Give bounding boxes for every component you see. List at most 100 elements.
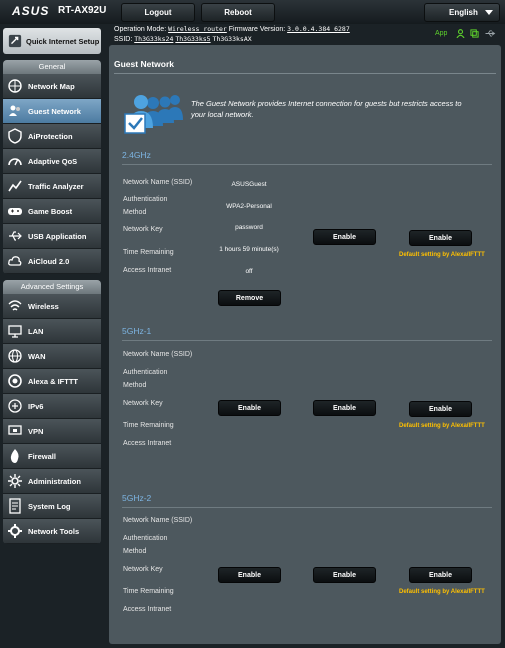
firmware-link[interactable]: 3.0.0.4.384_6287	[287, 25, 350, 33]
sidebar-item-adaptive-qos[interactable]: Adaptive QoS	[3, 149, 101, 174]
enable-button[interactable]: Enable	[313, 567, 376, 583]
sidebar-item-aiprotection[interactable]: AiProtection	[3, 124, 101, 149]
sidebar-item-network-map[interactable]: Network Map	[3, 74, 101, 99]
guest-network-icon	[9, 105, 20, 116]
user-icon[interactable]	[456, 29, 465, 38]
guest-ssid-value: ASUSGuest	[231, 181, 267, 188]
label-auth-method: Authentication Method	[123, 369, 168, 389]
sidebar-item-label: Firewall	[28, 451, 56, 461]
label-network-key: Network Key	[123, 226, 163, 233]
label-network-name: Network Name (SSID)	[123, 351, 193, 358]
sidebar-item-label: Game Boost	[28, 206, 73, 216]
sidebar-item-system-log[interactable]: System Log	[3, 494, 101, 519]
label-auth-method: Authentication Method	[123, 196, 168, 216]
sidebar-item-label: Administration	[28, 476, 81, 486]
label-auth-method: Authentication Method	[123, 535, 168, 555]
sidebar-item-label: Network Map	[28, 81, 75, 91]
enable-button[interactable]: Enable	[218, 567, 281, 583]
sidebar-item-label: Adaptive QoS	[28, 156, 78, 166]
copy-icon[interactable]	[470, 29, 479, 38]
guest-key-value: password	[235, 224, 263, 231]
operation-mode-link[interactable]: Wireless router	[168, 25, 227, 33]
guest-auth-value: WPA2-Personal	[226, 203, 272, 210]
usb-icon[interactable]	[484, 29, 496, 38]
general-menu-header: General	[3, 60, 101, 74]
sidebar-item-label: USB Application	[28, 231, 87, 241]
enable-button[interactable]: Enable	[218, 400, 281, 416]
sidebar-item-lan[interactable]: LAN	[3, 319, 101, 344]
asus-logo: ASUS	[12, 4, 50, 18]
sidebar-item-label: Alexa & IFTTT	[28, 376, 79, 386]
enable-button[interactable]: Enable	[409, 230, 472, 246]
enable-button[interactable]: Enable	[313, 229, 376, 245]
logout-button[interactable]: Logout	[121, 3, 195, 22]
sidebar-item-network-tools[interactable]: Network Tools	[3, 519, 101, 544]
sidebar-item-firewall[interactable]: Firewall	[3, 444, 101, 469]
aicloud-icon	[8, 256, 22, 266]
label-network-key: Network Key	[123, 400, 163, 407]
sidebar-item-ipv6[interactable]: IPv6	[3, 394, 101, 419]
sidebar-item-wireless[interactable]: Wireless	[3, 294, 101, 319]
adaptive-qos-icon	[8, 158, 22, 166]
app-status[interactable]: App	[435, 30, 447, 37]
top-bar: ASUS RT-AX92U Logout Reboot English	[0, 0, 505, 24]
label-network-key: Network Key	[123, 566, 163, 573]
quick-setup-label: Quick Internet Setup	[26, 36, 100, 46]
status-info-bar: Operation Mode: Wireless router Firmware…	[108, 24, 505, 46]
remove-button[interactable]: Remove	[218, 290, 281, 306]
lan-icon	[8, 325, 22, 338]
guest-network-panel: Guest Network The Guest Network provides…	[109, 45, 501, 644]
wireless-icon	[8, 300, 22, 311]
firmware-label: Firmware Version:	[228, 26, 286, 33]
label-network-name: Network Name (SSID)	[123, 517, 193, 524]
sidebar-item-label: WAN	[28, 351, 46, 361]
sidebar-item-alexa-ifttt[interactable]: Alexa & IFTTT	[3, 369, 101, 394]
sidebar-item-label: System Log	[28, 501, 71, 511]
guest-time-value: 1 hours 59 minute(s)	[219, 246, 279, 253]
sidebar-item-game-boost[interactable]: Game Boost	[3, 199, 101, 224]
quick-setup-icon	[8, 34, 22, 48]
band-divider	[122, 164, 492, 165]
enable-button[interactable]: Enable	[409, 401, 472, 417]
label-access-intranet: Access Intranet	[123, 606, 172, 613]
quick-internet-setup-button[interactable]: Quick Internet Setup	[3, 28, 101, 54]
band-title-24ghz: 2.4GHz	[122, 150, 151, 160]
guest-users-icon	[124, 95, 183, 134]
alexa-ifttt-icon	[8, 374, 22, 388]
language-select[interactable]: English	[424, 3, 500, 22]
label-access-intranet: Access Intranet	[123, 267, 172, 274]
sidebar-item-label: Guest Network	[28, 106, 81, 116]
enable-button[interactable]: Enable	[409, 567, 472, 583]
reboot-button[interactable]: Reboot	[201, 3, 275, 22]
game-boost-icon	[8, 208, 22, 215]
sidebar-item-aicloud-2-0[interactable]: AiCloud 2.0	[3, 249, 101, 274]
vpn-icon	[8, 425, 22, 435]
ssid-5-link[interactable]: Th3G33ks5	[175, 35, 210, 43]
sidebar-item-vpn[interactable]: VPN	[3, 419, 101, 444]
traffic-analyzer-icon	[8, 180, 22, 192]
sidebar-item-label: Wireless	[28, 301, 59, 311]
sidebar-item-label: AiCloud 2.0	[28, 256, 70, 266]
network-map-icon	[8, 79, 22, 93]
sidebar-item-label: Network Tools	[28, 526, 80, 536]
ipv6-icon	[8, 399, 22, 413]
chevron-down-icon	[485, 10, 493, 15]
sidebar-item-traffic-analyzer[interactable]: Traffic Analyzer	[3, 174, 101, 199]
sidebar-item-wan[interactable]: WAN	[3, 344, 101, 369]
enable-button[interactable]: Enable	[313, 400, 376, 416]
administration-icon	[8, 474, 22, 488]
system-log-icon	[9, 498, 21, 514]
operation-mode-label: Operation Mode:	[114, 26, 167, 33]
label-time-remaining: Time Remaining	[123, 422, 174, 429]
band-title-5ghz-2: 5GHz-2	[122, 493, 152, 503]
sidebar-item-label: LAN	[28, 326, 44, 336]
ssid-24-link[interactable]: Th3G33ks24	[134, 35, 173, 43]
label-time-remaining: Time Remaining	[123, 249, 174, 256]
sidebar-item-administration[interactable]: Administration	[3, 469, 101, 494]
advanced-settings-menu: Advanced Settings Wireless LAN WAN Alexa & …	[3, 280, 101, 544]
guest-intranet-value: off	[245, 268, 253, 275]
band-title-5ghz-1: 5GHz-1	[122, 326, 152, 336]
sidebar-item-usb-application[interactable]: USB Application	[3, 224, 101, 249]
sidebar-item-guest-network[interactable]: Guest Network	[3, 99, 101, 124]
sidebar-item-label: Traffic Analyzer	[28, 181, 84, 191]
